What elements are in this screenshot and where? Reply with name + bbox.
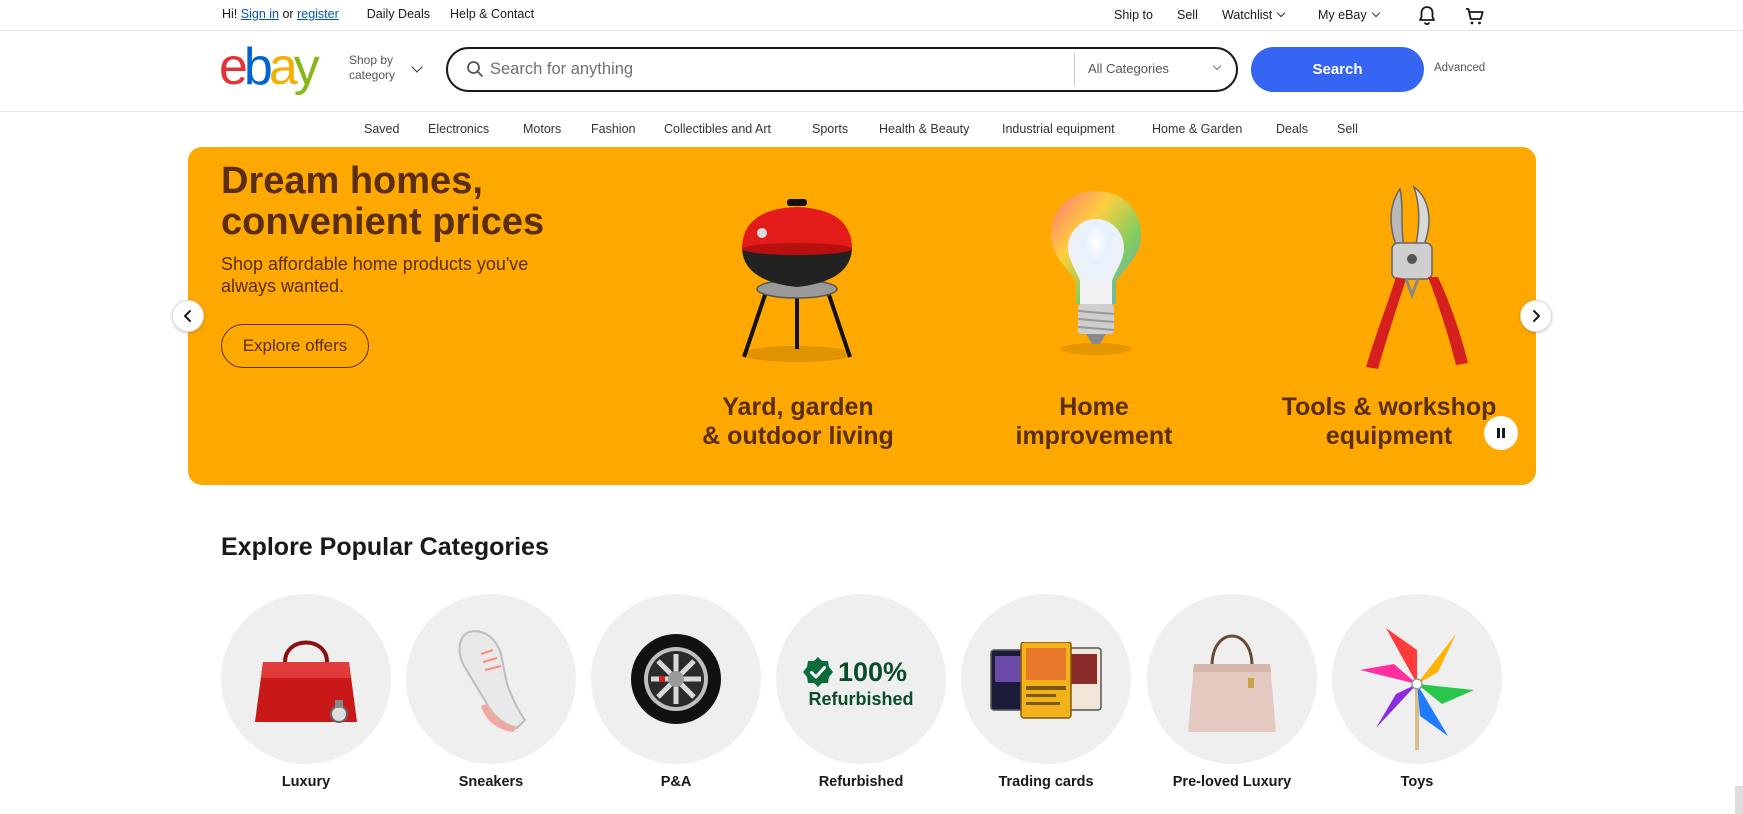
category-label: Refurbished <box>818 774 904 790</box>
category-label: Trading cards <box>998 774 1094 790</box>
category-image <box>591 594 761 764</box>
refurbished-badge-text: Refurbished <box>808 689 914 709</box>
tile-label: Yard, garden & outdoor living <box>702 393 894 450</box>
nav-item-electronics[interactable]: Electronics <box>428 122 489 136</box>
nav-item-industrial-equipment[interactable]: Industrial equipment <box>1002 122 1115 136</box>
ebay-logo[interactable]: ebay <box>219 41 320 93</box>
refurbished-badge: 100% <box>802 656 907 688</box>
category-label: Sneakers <box>458 774 524 790</box>
category-image <box>406 594 576 764</box>
category-label: Pre-loved Luxury <box>1172 774 1292 790</box>
hero-subtitle: Shop affordable home products you've alw… <box>221 254 529 296</box>
category-pre-loved-luxury[interactable]: Pre-loved Luxury <box>1147 594 1317 790</box>
explore-offers-button[interactable]: Explore offers <box>221 324 369 368</box>
sneaker-icon <box>458 630 527 732</box>
top-bar: Hi! Sign in or register Daily Deals Help… <box>0 0 1743 31</box>
shop-by-category-button[interactable]: Shop by category <box>349 53 395 83</box>
pause-icon <box>1497 428 1505 438</box>
nav-item-home-garden[interactable]: Home & Garden <box>1152 122 1242 136</box>
chevron-down-icon <box>1277 8 1286 18</box>
watchlist-menu[interactable]: Watchlist <box>1222 8 1286 22</box>
nav-item-deals[interactable]: Deals <box>1276 122 1308 136</box>
verified-check-icon <box>803 657 833 687</box>
notification-bell-icon[interactable] <box>1415 4 1439 28</box>
sell-link[interactable]: Sell <box>1177 8 1198 22</box>
search-icon <box>467 61 483 77</box>
pinwheel-icon <box>1360 628 1474 750</box>
category-sneakers[interactable]: Sneakers <box>406 594 576 790</box>
tote-bag-icon <box>1188 634 1276 732</box>
search-input[interactable] <box>490 51 1060 88</box>
search-bar: All Categories <box>446 47 1238 92</box>
chevron-right-icon <box>1533 310 1540 322</box>
nav-item-sports[interactable]: Sports <box>812 122 848 136</box>
category-image <box>221 594 391 764</box>
category-label: Toys <box>1400 774 1434 790</box>
category-refurbished[interactable]: 100% Refurbished Refurbished <box>776 594 946 790</box>
category-image <box>1332 594 1502 764</box>
nav-item-sell[interactable]: Sell <box>1337 122 1358 136</box>
category-image <box>961 594 1131 764</box>
category-select[interactable]: All Categories <box>1088 61 1169 76</box>
category-trading-cards[interactable]: Trading cards <box>961 594 1131 790</box>
chevron-left-icon <box>184 310 191 322</box>
handbag-icon <box>255 640 357 723</box>
carousel-next-button[interactable] <box>1520 300 1552 332</box>
hero-title: Dream homes, convenient prices <box>221 160 545 243</box>
my-ebay-menu[interactable]: My eBay <box>1318 8 1380 22</box>
tile-yard-garden[interactable]: Yard, garden & outdoor living <box>650 147 946 485</box>
category-label: P&A <box>660 774 692 790</box>
category-image <box>1147 594 1317 764</box>
section-title: Explore Popular Categories <box>221 533 549 561</box>
trading-cards-icon <box>990 642 1102 719</box>
category-label: Luxury <box>281 774 331 790</box>
tile-label: Home improvement <box>1015 393 1173 450</box>
tile-home-improvement[interactable]: Home improvement <box>948 147 1240 485</box>
advanced-search-link[interactable]: Advanced <box>1434 62 1485 74</box>
cart-icon[interactable] <box>1463 4 1487 28</box>
category-image: 100% Refurbished <box>776 594 946 764</box>
wheel-icon <box>631 634 721 724</box>
nav-item-health-beauty[interactable]: Health & Beauty <box>879 122 969 136</box>
pruning-shears-icon <box>1366 185 1468 369</box>
nav-item-saved[interactable]: Saved <box>364 122 399 136</box>
nav-item-collectibles-art[interactable]: Collectibles and Art <box>664 122 771 136</box>
chevron-down-icon[interactable] <box>411 61 423 73</box>
grill-icon <box>742 199 852 362</box>
chevron-down-icon <box>1371 8 1380 18</box>
hero-banner[interactable]: Dream homes, convenient prices Shop affo… <box>188 147 1536 485</box>
carousel-prev-button[interactable] <box>172 300 204 332</box>
chevron-down-icon[interactable] <box>1212 61 1222 71</box>
category-toys[interactable]: Toys <box>1332 594 1502 790</box>
header: ebay Shop by category All Categories Sea… <box>0 31 1743 112</box>
category-parts-accessories[interactable]: P&A <box>591 594 761 790</box>
category-nav: Saved Electronics Motors Fashion Collect… <box>0 112 1743 146</box>
divider <box>1074 53 1075 86</box>
pause-button[interactable] <box>1484 416 1518 450</box>
lightbulb-icon <box>1051 191 1141 355</box>
search-button[interactable]: Search <box>1251 47 1424 92</box>
category-luxury[interactable]: Luxury <box>221 594 391 790</box>
ship-to-link[interactable]: Ship to <box>1114 8 1153 22</box>
scrollbar[interactable] <box>1735 786 1743 814</box>
nav-item-motors[interactable]: Motors <box>523 122 561 136</box>
nav-item-fashion[interactable]: Fashion <box>591 122 635 136</box>
